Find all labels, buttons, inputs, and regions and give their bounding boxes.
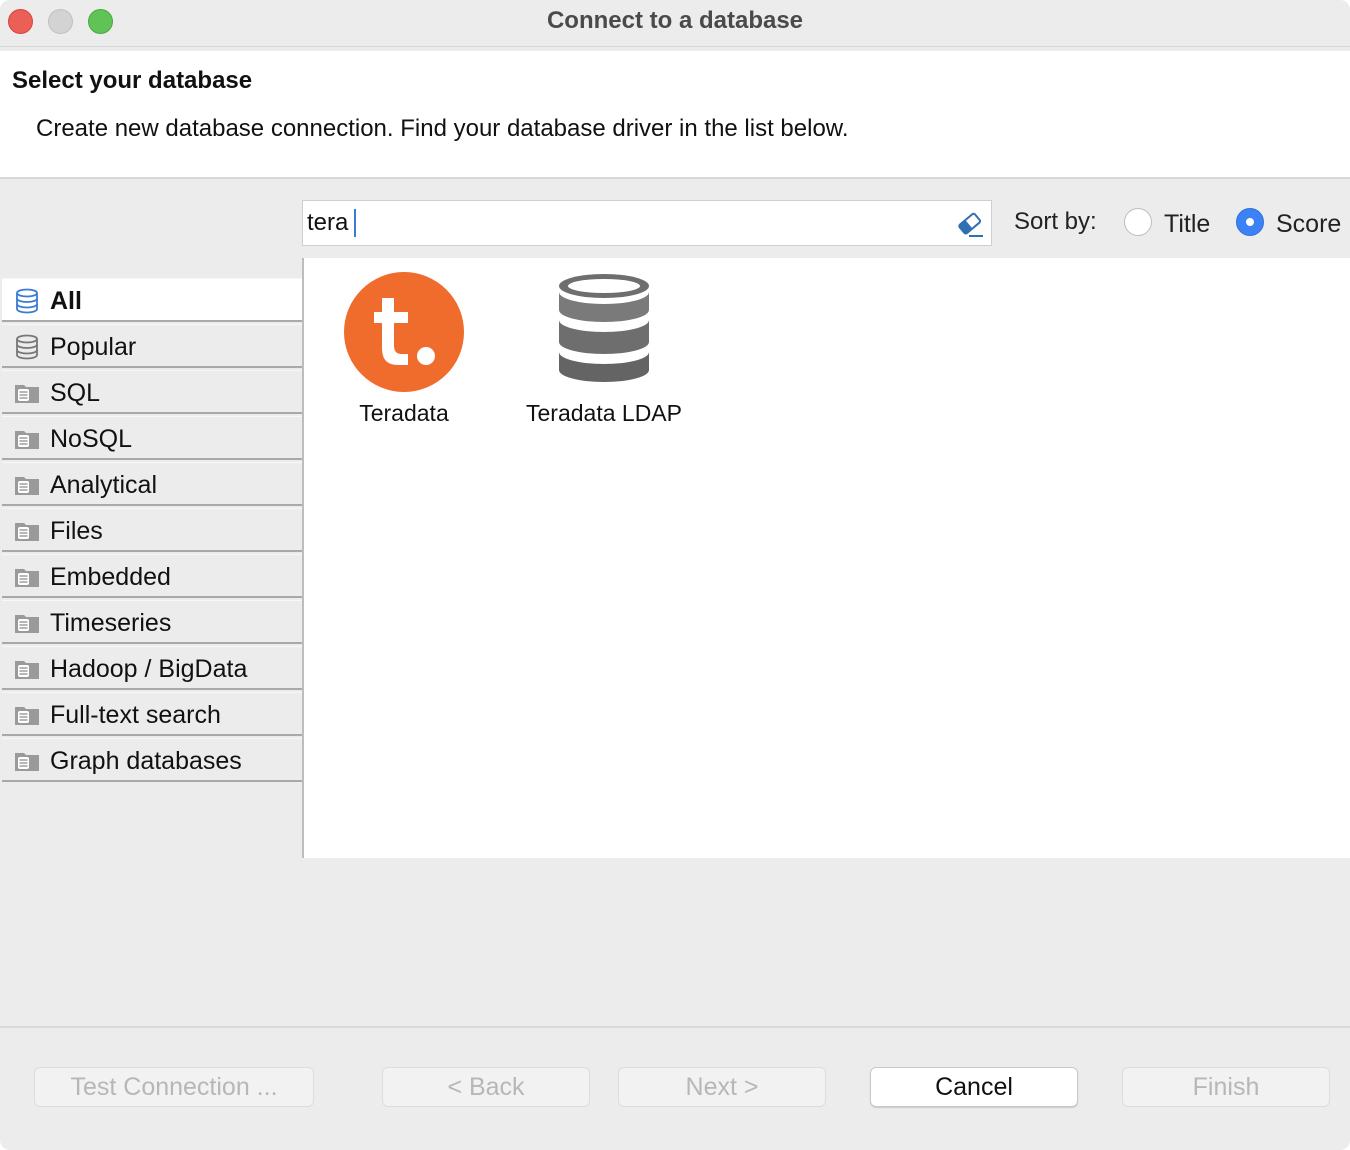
driver-teradata[interactable]: Teradata — [334, 272, 474, 427]
title-bar: Connect to a database — [0, 0, 1350, 47]
driver-teradata-ldap[interactable]: Teradata LDAP — [514, 272, 694, 427]
category-label: Embedded — [50, 563, 171, 591]
category-timeseries[interactable]: Timeseries — [2, 600, 302, 644]
window-title: Connect to a database — [546, 7, 804, 34]
teradata-logo-icon — [344, 272, 464, 392]
category-all[interactable]: All — [2, 278, 302, 322]
test-connection-button[interactable]: Test Connection ... — [34, 1067, 314, 1107]
category-label: Full-text search — [50, 701, 221, 729]
category-embedded[interactable]: Embedded — [2, 554, 302, 598]
driver-label: Teradata — [359, 400, 449, 426]
back-button[interactable]: < Back — [382, 1067, 590, 1107]
category-sql[interactable]: SQL — [2, 370, 302, 414]
database-stack-icon — [559, 274, 649, 382]
eraser-icon[interactable] — [955, 209, 985, 239]
category-hadoop-bigdata[interactable]: Hadoop / BigData — [2, 646, 302, 690]
finish-button[interactable]: Finish — [1122, 1067, 1330, 1107]
page-description: Create new database connection. Find you… — [36, 115, 849, 142]
folder-database-icon — [15, 661, 39, 679]
page-title: Select your database — [12, 67, 253, 94]
category-label: SQL — [50, 379, 101, 407]
database-stack-icon — [16, 334, 38, 360]
category-label: Timeseries — [50, 609, 172, 637]
folder-database-icon — [15, 707, 39, 725]
footer-separator — [0, 1026, 1350, 1028]
folder-database-icon — [15, 615, 39, 633]
text-cursor — [354, 209, 356, 237]
folder-database-icon — [15, 523, 39, 541]
category-nosql[interactable]: NoSQL — [2, 416, 302, 460]
category-label: Analytical — [50, 471, 157, 499]
category-analytical[interactable]: Analytical — [2, 462, 302, 506]
category-label: Popular — [50, 333, 137, 361]
sort-by-label: Sort by: — [1014, 208, 1097, 235]
sort-score-label[interactable]: Score — [1276, 210, 1341, 239]
category-label: Files — [50, 517, 103, 545]
category-label: Graph databases — [50, 747, 242, 775]
cancel-button[interactable]: Cancel — [870, 1067, 1078, 1107]
category-popular[interactable]: Popular — [2, 324, 302, 368]
database-stack-icon — [16, 288, 38, 314]
sort-score-radio[interactable] — [1236, 208, 1264, 236]
folder-database-icon — [15, 385, 39, 403]
category-files[interactable]: Files — [2, 508, 302, 552]
driver-search-box[interactable] — [302, 200, 992, 246]
driver-search-input[interactable] — [307, 207, 947, 239]
driver-list: Teradata Teradata LDAP — [304, 258, 1350, 858]
category-full-text-search[interactable]: Full-text search — [2, 692, 302, 736]
folder-database-icon — [15, 477, 39, 495]
folder-database-icon — [15, 431, 39, 449]
driver-label: Teradata LDAP — [526, 400, 682, 426]
category-label: Hadoop / BigData — [50, 655, 248, 683]
category-label: All — [50, 287, 82, 315]
category-graph-databases[interactable]: Graph databases — [2, 738, 302, 782]
wizard-header: Select your database Create new database… — [0, 51, 1350, 179]
next-button[interactable]: Next > — [618, 1067, 826, 1107]
folder-database-icon — [15, 753, 39, 771]
category-label: NoSQL — [50, 425, 132, 453]
folder-database-icon — [15, 569, 39, 587]
sort-title-radio[interactable] — [1124, 208, 1152, 236]
sort-title-label[interactable]: Title — [1164, 210, 1210, 239]
connect-dialog: Connect to a database Select your databa… — [0, 0, 1350, 1150]
